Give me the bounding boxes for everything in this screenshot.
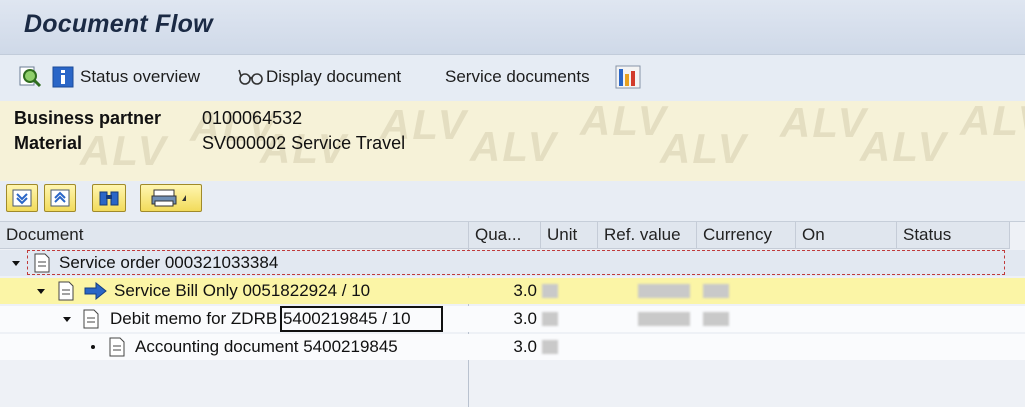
- svg-text:ALV: ALV: [859, 123, 949, 170]
- document-icon: [108, 334, 126, 360]
- page-title: Document Flow: [24, 10, 213, 38]
- tree-expander-icon[interactable]: [62, 306, 72, 332]
- svg-text:ALV: ALV: [659, 125, 749, 172]
- expand-all-button[interactable]: [6, 184, 38, 212]
- table-row[interactable]: Accounting document 5400219845 3.0: [0, 334, 1025, 360]
- tree-expander-icon[interactable]: [36, 278, 46, 304]
- display-document-button[interactable]: Display document: [238, 65, 401, 89]
- display-document-label: Display document: [266, 67, 402, 86]
- collapse-icon: [50, 189, 70, 207]
- info-icon: [52, 66, 74, 88]
- material-label: Material: [14, 133, 83, 153]
- document-icon: [57, 278, 75, 304]
- material-row: Material SV000002 Service Travel: [14, 133, 405, 154]
- column-header-on[interactable]: On: [796, 222, 897, 249]
- column-header-quantity[interactable]: Qua...: [469, 222, 541, 249]
- print-menu-button[interactable]: [140, 184, 202, 212]
- document-cell: Debit memo for ZDRB 5400219845 / 10: [110, 306, 443, 332]
- status-overview-button[interactable]: Status overview: [52, 65, 200, 89]
- document-icon: [33, 250, 51, 276]
- document-prefix: Debit memo for ZDRB: [110, 309, 282, 328]
- application-toolbar: Status overview Display document Service…: [0, 55, 1025, 101]
- collapse-all-button[interactable]: [44, 184, 76, 212]
- business-partner-label: Business partner: [14, 108, 162, 128]
- service-documents-label: Service documents: [445, 67, 590, 86]
- tree-leaf-dot-icon: [90, 334, 96, 360]
- column-header-ref-value[interactable]: Ref. value: [598, 222, 697, 249]
- tree-expander-icon[interactable]: [11, 250, 21, 276]
- service-documents-button[interactable]: Service documents: [445, 65, 590, 89]
- document-flow-table: Document Qua... Unit Ref. value Currency…: [0, 222, 1025, 407]
- business-partner-row: Business partner 0100064532: [14, 108, 302, 129]
- document-cell: Service Bill Only 0051822924 / 10: [114, 281, 371, 300]
- document-cell: Accounting document 5400219845: [135, 337, 398, 356]
- business-partner-value: 0100064532: [202, 108, 303, 128]
- quantity-cell: 3.0: [513, 281, 537, 300]
- redacted-unit: [542, 340, 558, 354]
- title-bar: Document Flow: [0, 0, 1025, 55]
- document-cell: Service order 000321033384: [59, 253, 279, 272]
- table-row[interactable]: Service order 000321033384: [0, 250, 1025, 276]
- find-button[interactable]: [92, 184, 126, 212]
- find-icon[interactable]: [18, 65, 42, 89]
- redacted-currency: [703, 312, 729, 326]
- chart-icon[interactable]: [615, 65, 641, 89]
- expand-icon: [12, 189, 32, 207]
- redacted-ref-value: [638, 284, 690, 298]
- current-document-arrow-icon: [84, 278, 108, 304]
- redacted-ref-value: [638, 312, 690, 326]
- table-row[interactable]: Service Bill Only 0051822924 / 10 3.0: [0, 278, 1025, 304]
- status-overview-label: Status overview: [80, 67, 200, 86]
- redacted-unit: [542, 284, 558, 298]
- column-header-document[interactable]: Document: [0, 222, 469, 249]
- quantity-cell: 3.0: [513, 337, 537, 356]
- redacted-unit: [542, 312, 558, 326]
- svg-text:ALV: ALV: [779, 101, 869, 146]
- svg-text:ALV: ALV: [469, 123, 559, 170]
- dropdown-arrow-icon: [182, 195, 186, 201]
- svg-text:ALV: ALV: [959, 101, 1025, 144]
- printer-icon: [151, 189, 177, 207]
- highlighted-document-number: 5400219845 / 10: [279, 306, 443, 332]
- quantity-cell: 3.0: [513, 309, 537, 328]
- column-header-currency[interactable]: Currency: [697, 222, 796, 249]
- svg-text:ALV: ALV: [579, 101, 669, 144]
- material-value: SV000002 Service Travel: [202, 133, 406, 153]
- document-icon: [82, 306, 100, 332]
- column-header-status[interactable]: Status: [897, 222, 1010, 249]
- binoculars-icon: [99, 191, 119, 206]
- redacted-currency: [703, 284, 729, 298]
- column-header-unit[interactable]: Unit: [541, 222, 598, 249]
- table-row[interactable]: Debit memo for ZDRB 5400219845 / 10 3.0: [0, 306, 1025, 332]
- glasses-icon: [238, 69, 263, 85]
- document-header: ALVALV ALVALV ALVALV ALVALV ALVALV Busin…: [0, 101, 1025, 181]
